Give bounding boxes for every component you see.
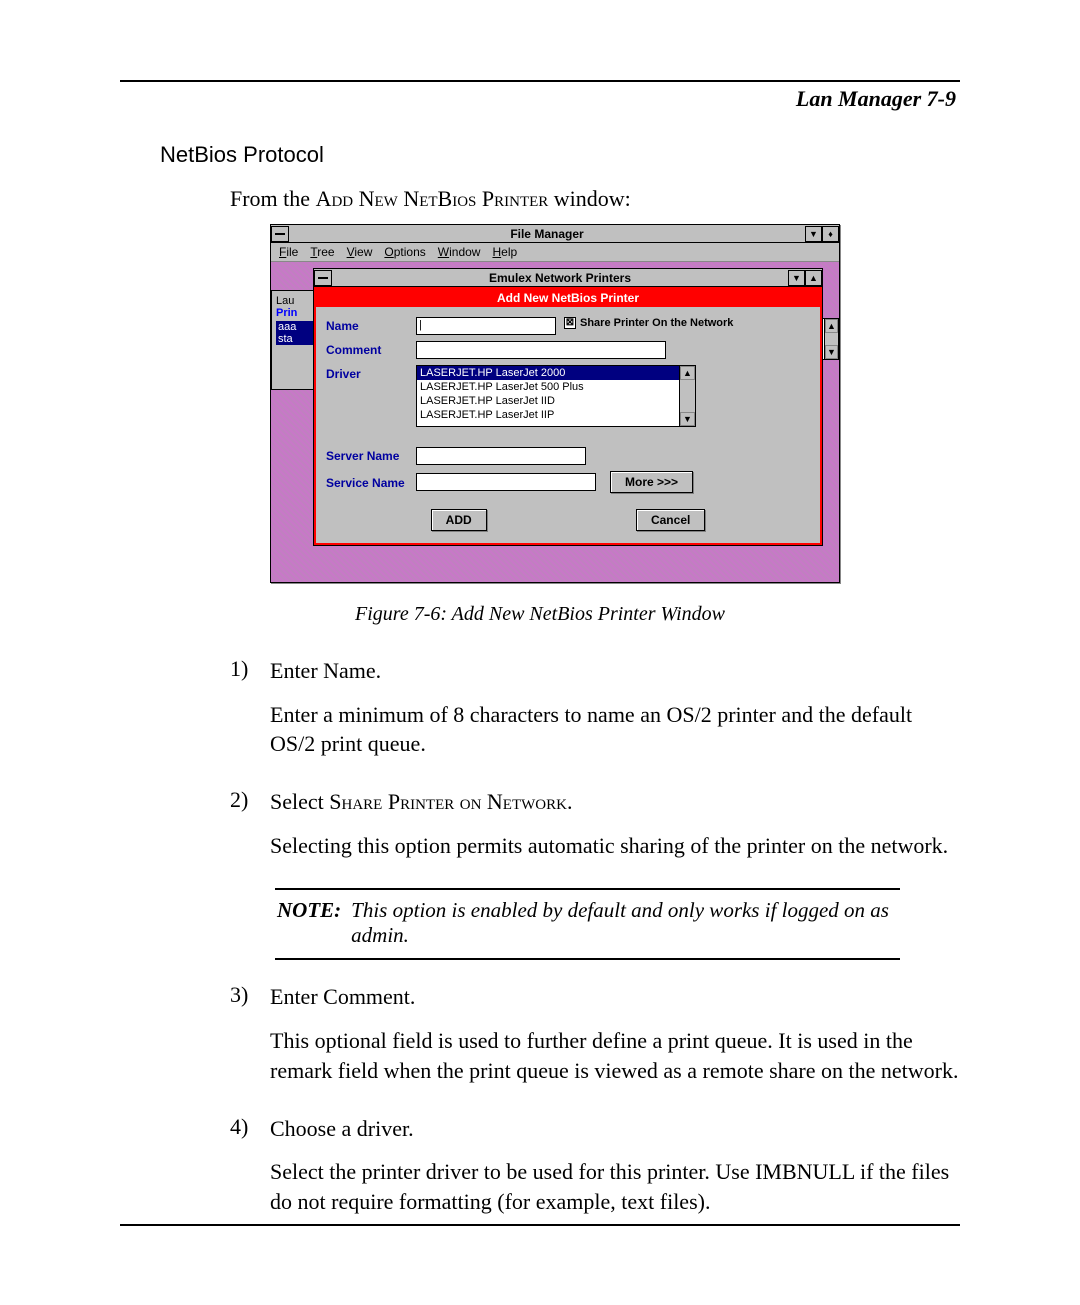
menu-options[interactable]: Options — [380, 245, 429, 259]
add-button[interactable]: ADD — [431, 509, 487, 531]
fm-title: File Manager — [289, 227, 805, 241]
server-name-input[interactable] — [416, 447, 586, 465]
driver-option[interactable]: LASERJET.HP LaserJet 500 Plus — [417, 380, 679, 394]
label-server-name: Server Name — [326, 447, 416, 463]
note-block: NOTE: This option is enabled by default … — [275, 888, 900, 960]
menu-help[interactable]: Help — [488, 245, 521, 259]
comment-input[interactable] — [416, 341, 666, 359]
scrollbar[interactable]: ▲ ▼ — [824, 319, 838, 359]
child-maximize-icon[interactable]: ▲ — [805, 270, 822, 286]
step-body: Enter a minimum of 8 characters to name … — [270, 700, 960, 759]
label-service-name: Service Name — [326, 474, 416, 490]
page-header: Lan Manager 7-9 — [120, 86, 960, 112]
mdi-client-area: Lau Prin aaa sta .10.11 ▲ ▼ — [271, 262, 839, 582]
header-rule — [120, 80, 960, 82]
add-netbios-dialog: Add New NetBios Printer Name | ⊠ Share P… — [314, 287, 822, 545]
screenshot: File Manager ▼ ♦ FFileile Tree View Opti… — [270, 224, 960, 583]
step-body: This optional field is used to further d… — [270, 1026, 960, 1085]
step-2: 2) Select Share Printer on Network. Sele… — [230, 787, 960, 874]
step-body: Selecting this option permits automatic … — [270, 831, 960, 861]
maximize-icon[interactable]: ♦ — [822, 226, 839, 242]
minimize-icon[interactable]: ▼ — [805, 226, 822, 242]
step-title: Choose a driver. — [270, 1114, 960, 1144]
child-minimize-icon[interactable]: ▼ — [788, 270, 805, 286]
system-menu-icon[interactable] — [271, 226, 289, 242]
scroll-down-icon[interactable]: ▼ — [680, 412, 695, 426]
label-name: Name — [326, 317, 416, 333]
step-1: 1) Enter Name. Enter a minimum of 8 char… — [230, 656, 960, 773]
ghost-lau: Lau — [276, 295, 294, 307]
share-printer-label: Share Printer On the Network — [580, 317, 733, 329]
note-text: This option is enabled by default and on… — [351, 898, 898, 948]
step-number: 2) — [230, 787, 270, 874]
intro-prefix: From the — [230, 186, 316, 211]
checkbox-icon[interactable]: ⊠ — [564, 317, 576, 329]
note-label: NOTE: — [277, 898, 341, 948]
intro-suffix: window: — [548, 186, 631, 211]
fm-titlebar: File Manager ▼ ♦ — [271, 225, 839, 243]
menu-file[interactable]: FFileile — [275, 245, 302, 259]
step-4: 4) Choose a driver. Select the printer d… — [230, 1114, 960, 1231]
step-number: 4) — [230, 1114, 270, 1231]
driver-option[interactable]: LASERJET.HP LaserJet IID — [417, 394, 679, 408]
driver-listbox[interactable]: LASERJET.HP LaserJet 2000 LASERJET.HP La… — [416, 365, 696, 427]
emulex-window: Emulex Network Printers ▼ ▲ Add New NetB… — [313, 268, 823, 546]
name-input[interactable]: | — [416, 317, 556, 335]
file-manager-window: File Manager ▼ ♦ FFileile Tree View Opti… — [270, 224, 840, 583]
scroll-down-icon[interactable]: ▼ — [825, 345, 838, 359]
menu-window[interactable]: Window — [434, 245, 485, 259]
section-heading: NetBios Protocol — [160, 142, 960, 168]
scroll-up-icon[interactable]: ▲ — [825, 319, 838, 333]
ghost-prin: Prin — [276, 307, 297, 319]
step-3: 3) Enter Comment. This optional field is… — [230, 982, 960, 1099]
emulex-title: Emulex Network Printers — [332, 271, 788, 285]
menu-tree[interactable]: Tree — [306, 245, 338, 259]
step-number: 3) — [230, 982, 270, 1099]
dialog-title: Add New NetBios Printer — [316, 289, 820, 307]
menubar: FFileile Tree View Options Window Help — [271, 243, 839, 262]
step-title: Select Share Printer on Network. — [270, 787, 960, 817]
step-body: Select the printer driver to be used for… — [270, 1157, 960, 1216]
menu-view[interactable]: View — [343, 245, 377, 259]
child-system-menu-icon[interactable] — [314, 270, 332, 286]
service-name-input[interactable] — [416, 473, 596, 491]
more-button[interactable]: More >>> — [610, 471, 693, 493]
label-comment: Comment — [326, 341, 416, 357]
driver-option[interactable]: LASERJET.HP LaserJet IIP — [417, 408, 679, 422]
scroll-up-icon[interactable]: ▲ — [680, 366, 695, 380]
footer-rule — [120, 1224, 960, 1226]
step-number: 1) — [230, 656, 270, 773]
share-printer-checkbox[interactable]: ⊠ Share Printer On the Network — [564, 317, 733, 329]
intro-line: From the Add New NetBios Printer window: — [230, 186, 960, 212]
figure-caption: Figure 7-6: Add New NetBios Printer Wind… — [120, 603, 960, 626]
step-title: Enter Comment. — [270, 982, 960, 1012]
label-driver: Driver — [326, 365, 416, 381]
step-title: Enter Name. — [270, 656, 960, 686]
emulex-titlebar: Emulex Network Printers ▼ ▲ — [314, 269, 822, 287]
intro-smallcaps: Add New NetBios Printer — [316, 186, 549, 211]
driver-scrollbar[interactable]: ▲ ▼ — [679, 366, 695, 426]
driver-option-selected[interactable]: LASERJET.HP LaserJet 2000 — [417, 366, 679, 380]
cancel-button[interactable]: Cancel — [636, 509, 705, 531]
